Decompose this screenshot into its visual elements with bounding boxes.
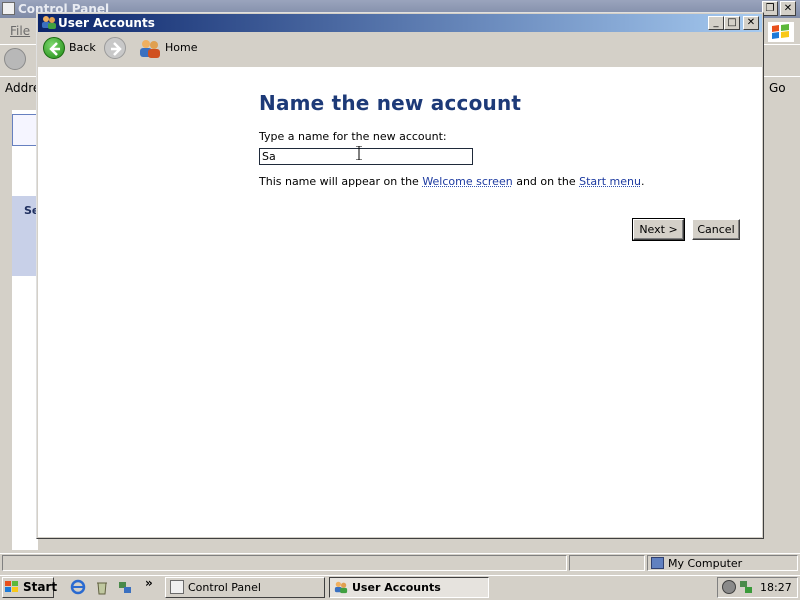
control-panel-icon (2, 2, 15, 15)
control-panel-content (12, 110, 38, 550)
windows-logo-icon (768, 22, 794, 42)
control-panel-restore-button[interactable]: ❐ (762, 1, 778, 16)
task-button-control-panel[interactable]: Control Panel (165, 577, 325, 598)
start-menu-link[interactable]: Start menu (579, 175, 641, 188)
forward-arrow-icon[interactable] (104, 37, 126, 59)
back-arrow-icon[interactable] (43, 37, 65, 59)
minimize-button[interactable]: _ (708, 16, 724, 30)
user-accounts-task-icon (334, 581, 348, 594)
network-status-icon[interactable] (739, 580, 753, 594)
divider (289, 208, 740, 209)
task-label: Control Panel (188, 581, 261, 594)
hint-prefix: This name will appear on the (259, 175, 423, 188)
control-panel-category-icon[interactable] (12, 114, 38, 146)
back-icon[interactable] (4, 48, 26, 70)
hint-text: This name will appear on the Welcome scr… (259, 175, 644, 188)
name-prompt-label: Type a name for the new account: (259, 130, 447, 143)
volume-icon[interactable] (722, 580, 736, 594)
home-users-icon[interactable] (138, 38, 162, 58)
quick-launch-chevron-icon[interactable]: » (145, 576, 153, 590)
hint-middle: and on the (512, 175, 580, 188)
maximize-button[interactable]: □ (724, 16, 740, 30)
start-label: Start (23, 580, 58, 594)
address-label: Addre (5, 81, 41, 95)
network-icon[interactable] (117, 579, 133, 595)
clock: 18:27 (760, 581, 792, 594)
control-panel-close-button[interactable]: ✕ (780, 1, 796, 16)
hint-suffix: . (640, 175, 645, 188)
close-button[interactable]: ✕ (743, 16, 759, 30)
welcome-screen-link[interactable]: Welcome screen (422, 175, 512, 188)
back-button[interactable]: Back (69, 41, 96, 54)
user-accounts-icon (42, 16, 56, 29)
menu-file[interactable]: File (10, 24, 30, 38)
forward-arrow-glyph (111, 42, 122, 56)
account-name-input[interactable] (259, 148, 473, 165)
windows-flag-icon (5, 581, 18, 592)
home-button[interactable]: Home (165, 41, 197, 54)
page-title: Name the new account (259, 91, 522, 115)
user-accounts-title: User Accounts (58, 16, 155, 30)
task-label: User Accounts (352, 581, 441, 594)
recycle-icon[interactable] (94, 579, 110, 595)
status-zone-label: My Computer (668, 557, 743, 570)
text-cursor-icon (356, 146, 362, 160)
control-panel-task-icon (170, 580, 184, 594)
task-button-user-accounts[interactable]: User Accounts (329, 577, 489, 598)
cancel-button[interactable]: Cancel (692, 219, 740, 240)
status-cell (2, 555, 567, 571)
go-button[interactable]: Go (766, 79, 798, 97)
status-cell (569, 555, 645, 571)
internet-explorer-icon[interactable] (70, 579, 86, 595)
my-computer-icon (651, 557, 664, 569)
next-button[interactable]: Next > (632, 218, 685, 241)
back-arrow-glyph (49, 42, 60, 56)
